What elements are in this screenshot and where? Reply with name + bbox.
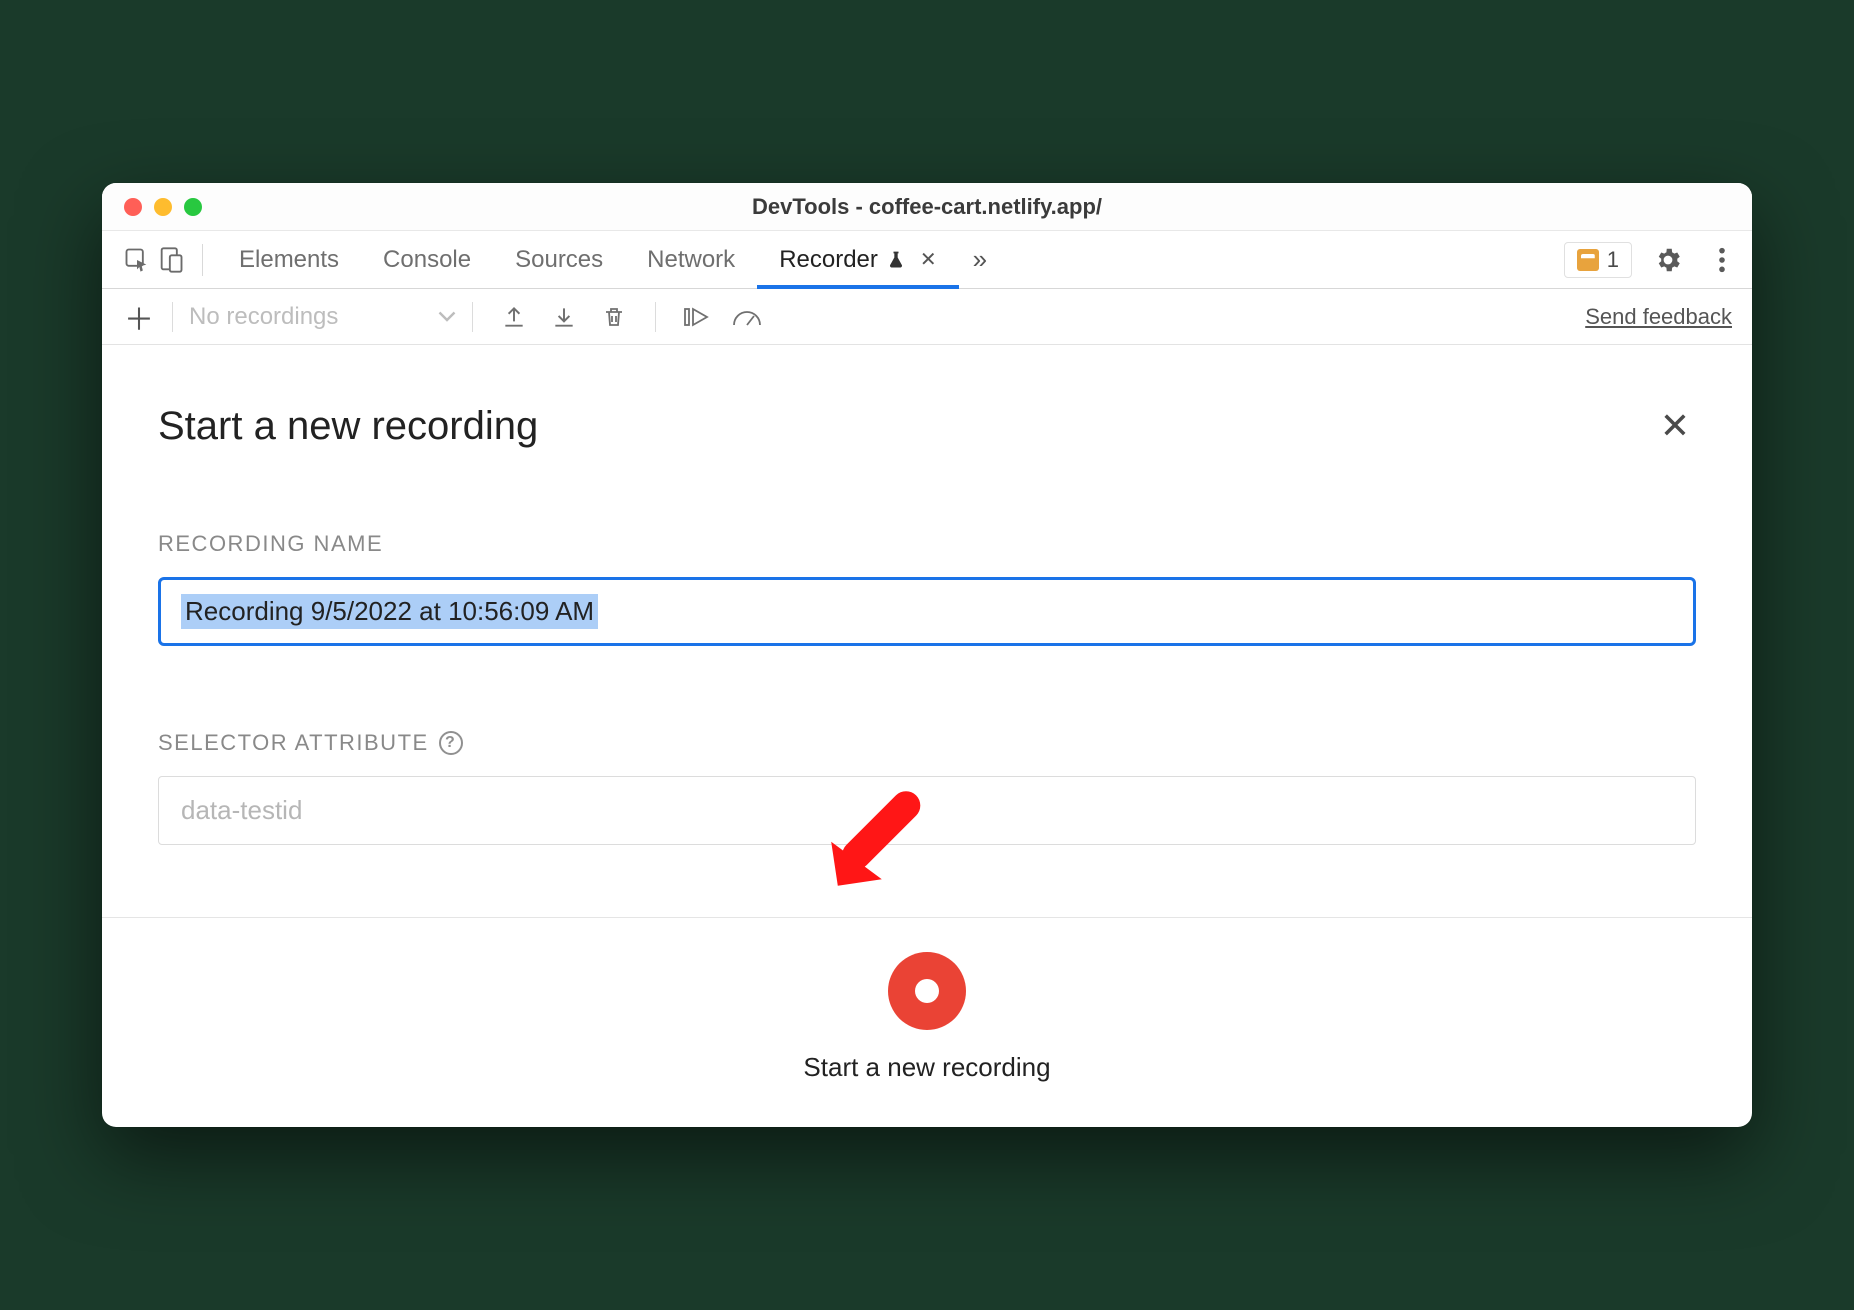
recorder-toolbar: ＋ No recordings Send feed bbox=[102, 289, 1752, 345]
window-controls bbox=[102, 198, 202, 216]
panel-title: Start a new recording bbox=[158, 404, 538, 449]
new-recording-button[interactable]: ＋ bbox=[122, 300, 156, 334]
send-feedback-link[interactable]: Send feedback bbox=[1585, 304, 1732, 330]
close-panel-button[interactable]: ✕ bbox=[1654, 399, 1696, 453]
issues-count: 1 bbox=[1607, 247, 1619, 273]
more-options-button[interactable] bbox=[1704, 242, 1740, 278]
delete-icon[interactable] bbox=[595, 298, 633, 336]
close-tab-icon[interactable]: ✕ bbox=[920, 247, 937, 272]
start-recording-button[interactable] bbox=[888, 952, 966, 1030]
tab-label: Sources bbox=[515, 246, 603, 274]
new-recording-panel: Start a new recording ✕ RECORDING NAME R… bbox=[102, 345, 1752, 1127]
start-recording-label: Start a new recording bbox=[803, 1052, 1050, 1083]
tab-recorder[interactable]: Recorder ✕ bbox=[757, 231, 958, 288]
flask-icon bbox=[886, 250, 906, 270]
more-tabs-button[interactable]: » bbox=[959, 244, 1001, 275]
settings-button[interactable] bbox=[1650, 242, 1686, 278]
record-icon bbox=[915, 979, 939, 1003]
separator bbox=[172, 302, 173, 332]
export-icon[interactable] bbox=[495, 298, 533, 336]
panel-footer: Start a new recording bbox=[102, 917, 1752, 1127]
replay-speed-icon[interactable] bbox=[728, 298, 766, 336]
tab-label: Console bbox=[383, 246, 471, 274]
recording-name-value: Recording 9/5/2022 at 10:56:09 AM bbox=[181, 594, 598, 629]
device-toolbar-icon[interactable] bbox=[154, 243, 188, 277]
recordings-dropdown-label: No recordings bbox=[189, 303, 338, 331]
devtools-window: DevTools - coffee-cart.netlify.app/ Elem… bbox=[102, 183, 1752, 1127]
warning-icon bbox=[1577, 249, 1599, 271]
tab-label: Network bbox=[647, 246, 735, 274]
separator bbox=[202, 244, 203, 276]
recording-name-input[interactable]: Recording 9/5/2022 at 10:56:09 AM bbox=[158, 577, 1696, 646]
window-titlebar: DevTools - coffee-cart.netlify.app/ bbox=[102, 183, 1752, 231]
inspect-element-icon[interactable] bbox=[120, 243, 154, 277]
recording-name-label: RECORDING NAME bbox=[158, 531, 1696, 557]
separator bbox=[655, 302, 656, 332]
recordings-dropdown[interactable]: No recordings bbox=[189, 303, 456, 331]
devtools-tab-strip: Elements Console Sources Network Recorde… bbox=[102, 231, 1752, 289]
import-icon[interactable] bbox=[545, 298, 583, 336]
maximize-window-button[interactable] bbox=[184, 198, 202, 216]
close-window-button[interactable] bbox=[124, 198, 142, 216]
tab-sources[interactable]: Sources bbox=[493, 231, 625, 288]
tab-label: Recorder bbox=[779, 246, 878, 274]
help-icon[interactable]: ? bbox=[439, 731, 463, 755]
chevron-down-icon bbox=[438, 311, 456, 323]
tab-label: Elements bbox=[239, 246, 339, 274]
selector-attribute-input[interactable] bbox=[158, 776, 1696, 845]
selector-attribute-label: SELECTOR ATTRIBUTE ? bbox=[158, 730, 1696, 756]
tab-elements[interactable]: Elements bbox=[217, 231, 361, 288]
tab-console[interactable]: Console bbox=[361, 231, 493, 288]
window-title: DevTools - coffee-cart.netlify.app/ bbox=[102, 194, 1752, 220]
separator bbox=[472, 302, 473, 332]
panel-tabs: Elements Console Sources Network Recorde… bbox=[217, 231, 959, 288]
selector-attribute-label-text: SELECTOR ATTRIBUTE bbox=[158, 730, 429, 756]
replay-icon[interactable] bbox=[678, 298, 716, 336]
minimize-window-button[interactable] bbox=[154, 198, 172, 216]
tab-network[interactable]: Network bbox=[625, 231, 757, 288]
issues-badge[interactable]: 1 bbox=[1564, 242, 1632, 278]
